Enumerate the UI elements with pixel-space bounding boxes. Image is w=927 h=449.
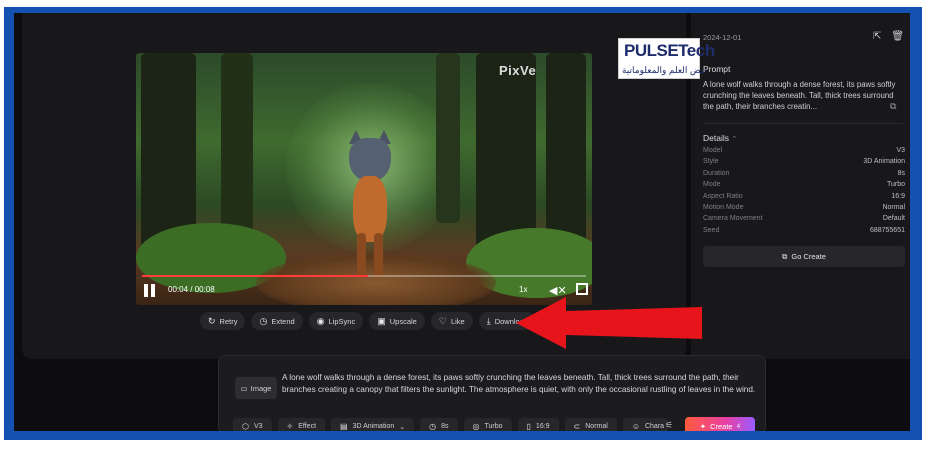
- like-button[interactable]: ♡ Like: [430, 312, 473, 330]
- detail-row-style: Style 3D Animation: [703, 158, 905, 166]
- create-button[interactable]: ✦ Create 4: [685, 417, 755, 431]
- ratio-chip[interactable]: ▯ 16:9: [517, 418, 559, 431]
- watermark: PixVe: [499, 63, 537, 78]
- detail-row-mode: Mode Turbo: [703, 181, 905, 189]
- app-screen: PixVe 00:04 / 00:08 1x ◀✕ ↻ Retry ◷ Extend…: [14, 13, 910, 431]
- duplicate-icon: ⧉: [782, 251, 788, 261]
- detail-row-model: Model V3: [703, 147, 905, 154]
- trash-icon[interactable]: 🗑: [891, 31, 904, 42]
- credit-cost: 4: [736, 423, 741, 430]
- details-sidebar: 2024-12-01 ⇱ 🗑 Prompt A lone wolf walks …: [691, 13, 910, 359]
- style-chip[interactable]: ▤ 3D Animation ⌄: [331, 418, 415, 431]
- chevron-up-icon: ⌃: [731, 136, 738, 143]
- motion-icon: ⊂: [573, 422, 581, 431]
- video-player[interactable]: PixVe 00:04 / 00:08 1x ◀✕: [136, 53, 592, 305]
- model-chip[interactable]: ⬡ V3: [233, 418, 272, 431]
- detail-row-seed: Seed 688755651: [703, 226, 905, 234]
- details-title: Details ⌃: [703, 133, 738, 143]
- tree-trunk: [436, 53, 460, 223]
- detail-row-duration: Duration 8s: [703, 169, 905, 177]
- detail-row-motion-mode: Motion Mode Normal: [703, 203, 905, 211]
- download-icon: ⤓: [486, 315, 491, 326]
- progress-bar[interactable]: [142, 275, 586, 277]
- pause-icon[interactable]: [144, 284, 156, 297]
- chevron-down-icon: ⌄: [399, 423, 406, 431]
- progress-fill: [142, 275, 369, 277]
- character-icon: ☺: [631, 422, 640, 431]
- divider: [703, 123, 903, 124]
- image-upload-button[interactable]: ▭ Image: [235, 377, 277, 399]
- prompt-title: Prompt: [703, 64, 731, 74]
- character-chip[interactable]: ☺ Chara: [622, 418, 669, 431]
- time-display: 00:04 / 00:08: [168, 285, 215, 294]
- sparkle-icon: ✦: [699, 422, 707, 431]
- clock-icon: ◷: [429, 422, 437, 431]
- copy-icon[interactable]: ⧉: [890, 101, 896, 112]
- sparkle-icon: ✧: [286, 422, 294, 431]
- wolf: [341, 130, 399, 278]
- duration-chip[interactable]: ◷ 8s: [420, 418, 458, 431]
- go-create-button[interactable]: ⧉ Go Create: [703, 246, 905, 267]
- tree-trunk: [221, 53, 253, 243]
- pulsetech-logo: PULSETech نبض العلم والمعلوماتية: [618, 38, 715, 79]
- extend-button[interactable]: ◷ Extend: [251, 312, 303, 330]
- detail-row-camera-movement: Camera Movement Default: [703, 215, 905, 223]
- retry-button[interactable]: ↻ Retry: [200, 312, 246, 330]
- red-arrow-annotation: [516, 297, 702, 349]
- turbo-icon: ◎: [472, 422, 480, 431]
- cube-icon: ⬡: [242, 422, 249, 431]
- ratio-icon: ▯: [526, 422, 531, 431]
- video-actions: ↻ Retry ◷ Extend ◉ LipSync ▣ Upscale ♡ Like ⤓…: [200, 312, 537, 330]
- retry-icon: ↻: [208, 315, 216, 326]
- upscale-icon: ▣: [377, 315, 386, 326]
- lipsync-icon: ◉: [316, 315, 325, 326]
- share-icon[interactable]: ⇱: [873, 31, 881, 42]
- prompt-composer: ▭ Image A lone wolf walks through a dense…: [218, 355, 766, 431]
- lipsync-button[interactable]: ◉ LipSync: [308, 312, 364, 330]
- option-chips: ⬡ V3 ✧ Effect ▤ 3D Animation ⌄ ◷ 8s ◎ Turbo ▯ 1…: [233, 418, 669, 431]
- tree-trunk: [476, 53, 536, 253]
- style-icon: ▤: [340, 422, 348, 431]
- effect-chip[interactable]: ✧ Effect: [277, 418, 326, 431]
- motion-chip[interactable]: ⊂ Normal: [564, 418, 617, 431]
- settings-sliders-icon[interactable]: ⚟: [665, 420, 673, 431]
- image-icon: ▭: [240, 383, 248, 393]
- prompt-input[interactable]: A lone wolf walks through a dense forest…: [282, 372, 757, 395]
- mode-chip[interactable]: ◎ Turbo: [463, 418, 512, 431]
- details-list: Model V3 Style 3D Animation Duration 8s Mod…: [703, 147, 905, 238]
- extend-icon: ◷: [259, 315, 268, 326]
- upscale-button[interactable]: ▣ Upscale: [369, 312, 425, 330]
- heart-icon: ♡: [438, 315, 447, 326]
- detail-row-aspect-ratio: Aspect Ratio 16:9: [703, 192, 905, 200]
- prompt-text: A lone wolf walks through a dense forest…: [703, 80, 896, 111]
